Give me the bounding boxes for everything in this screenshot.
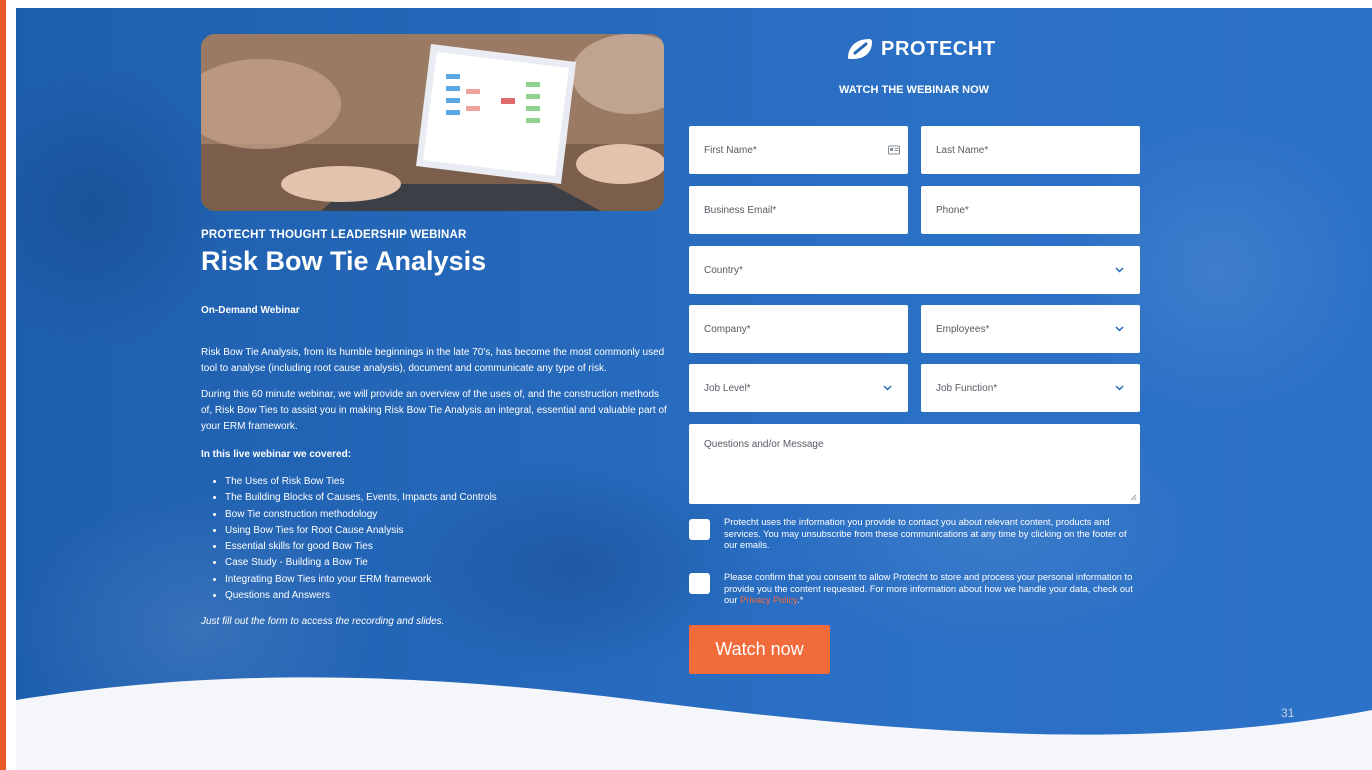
message-textarea[interactable]: Questions and/or Message (689, 424, 1140, 504)
webinar-title: Risk Bow Tie Analysis (201, 246, 487, 276)
first-name-placeholder: First Name* (704, 144, 757, 156)
slide-edge-gap (6, 0, 16, 770)
privacy-policy-link[interactable]: Privacy Policy (740, 595, 797, 605)
employees-placeholder: Employees* (936, 323, 990, 335)
phone-field[interactable]: Phone* (921, 186, 1140, 234)
resize-grip-icon[interactable] (1130, 494, 1137, 501)
company-field[interactable]: Company* (689, 305, 908, 353)
slide-top-edge (16, 0, 1372, 8)
last-name-field[interactable]: Last Name* (921, 126, 1140, 174)
last-name-placeholder: Last Name* (936, 144, 989, 156)
marketing-consent-text: Protecht uses the information you provid… (724, 517, 1127, 550)
topics-list: The Uses of Risk Bow Ties The Building B… (201, 474, 497, 604)
chevron-down-icon (1115, 267, 1124, 273)
message-placeholder: Questions and/or Message (704, 439, 824, 450)
topic-item: The Uses of Risk Bow Ties (225, 474, 497, 490)
webinar-subtitle: On-Demand Webinar (201, 305, 300, 316)
protecht-logo: PROTECHT (845, 36, 996, 62)
laptop-photo-illustration (201, 34, 664, 211)
job-level-select[interactable]: Job Level* (689, 364, 908, 412)
first-name-field[interactable]: First Name* (689, 126, 908, 174)
business-email-field[interactable]: Business Email* (689, 186, 908, 234)
logo-wordmark: PROTECHT (881, 37, 996, 60)
topic-item: Questions and Answers (225, 588, 497, 604)
topic-item: Integrating Bow Ties into your ERM frame… (225, 572, 497, 588)
chevron-down-icon (883, 385, 892, 391)
job-function-select[interactable]: Job Function* (921, 364, 1140, 412)
topic-item: Using Bow Ties for Root Cause Analysis (225, 523, 497, 539)
topic-item: Bow Tie construction methodology (225, 507, 497, 523)
data-consent-suffix: .* (797, 595, 804, 605)
webinar-description-paragraph: During this 60 minute webinar, we will p… (201, 389, 667, 432)
bottom-wave (16, 677, 1372, 770)
data-consent-text: Please confirm that you consent to allow… (724, 572, 1140, 607)
topic-item: Essential skills for good Bow Ties (225, 539, 497, 555)
chevron-down-icon (1115, 385, 1124, 391)
closing-note: Just fill out the form to access the rec… (201, 616, 445, 627)
phone-placeholder: Phone* (936, 204, 969, 216)
job-function-placeholder: Job Function* (936, 382, 998, 394)
form-heading: WATCH THE WEBINAR NOW (838, 84, 990, 96)
country-placeholder: Country* (704, 264, 743, 276)
webinar-hero-image (201, 34, 664, 211)
protecht-logo-icon (848, 39, 872, 59)
webinar-kicker: PROTECHT THOUGHT LEADERSHIP WEBINAR (201, 229, 467, 241)
company-placeholder: Company* (704, 323, 751, 335)
topics-heading: In this live webinar we covered: (201, 449, 352, 460)
data-consent-checkbox[interactable] (689, 573, 710, 594)
slide-number: 31 (1281, 706, 1295, 720)
country-select[interactable]: Country* (689, 246, 1140, 294)
chevron-down-icon (1115, 326, 1124, 332)
topic-item: The Building Blocks of Causes, Events, I… (225, 490, 497, 506)
autofill-card-icon[interactable] (888, 145, 900, 155)
marketing-consent-checkbox[interactable] (689, 519, 710, 540)
topic-item: Case Study - Building a Bow Tie (225, 555, 497, 571)
email-placeholder: Business Email* (704, 204, 777, 216)
watch-now-button[interactable]: Watch now (689, 625, 830, 674)
webinar-intro-paragraph: Risk Bow Tie Analysis, from its humble b… (201, 347, 665, 374)
employees-select[interactable]: Employees* (921, 305, 1140, 353)
job-level-placeholder: Job Level* (704, 382, 751, 394)
